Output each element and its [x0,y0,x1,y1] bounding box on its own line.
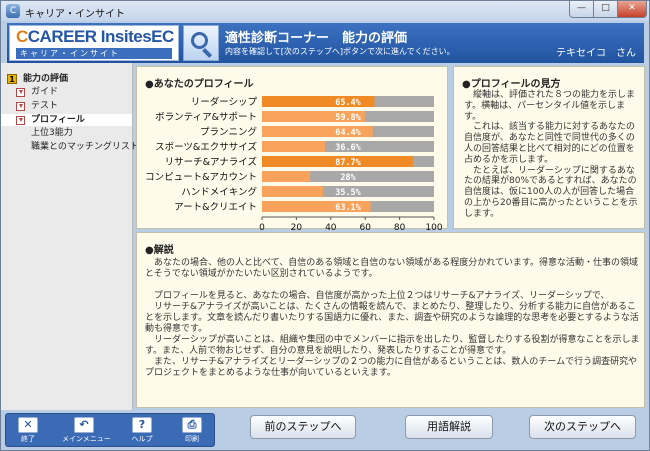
data-label: 28% [340,173,356,183]
profile-guide-panel: ●プロフィールの見方 縦軸は、評価された８つの能力を示します。横軸は、パーセンタ… [453,66,645,229]
help-button[interactable]: ? ヘルプ [126,417,158,445]
page-title: 適性診断コーナー 能力の評価 [225,31,408,46]
bottom-toolbar: ✕ 終了 ↶ メインメニュー ? ヘルプ ⎙ 印刷 前のステップへ 用語解説 次… [1,410,649,450]
logo-subtitle: キャリア・インサイト [16,48,172,59]
sidebar-item-label: 能力の評価 [23,74,69,84]
question-icon: ? [132,417,152,433]
return-arrow-icon: ↶ [74,417,94,433]
app-header: CCAREER InsitesEC キャリア・インサイト 適性診断コーナー 能力… [7,23,644,63]
logo-suffix: EC [151,27,174,46]
profile-guide-text: 縦軸は、評価された８つの能力を示します。横軸は、パーセンタイル値を示します。 こ… [464,90,638,219]
main-menu-button[interactable]: ↶ メインメニュー [62,417,111,445]
data-label: 64.4% [335,128,361,138]
value-bar [262,171,311,182]
x-tick-label: 0 [259,223,265,230]
print-button[interactable]: ⎙ 印刷 [176,417,208,445]
next-step-button[interactable]: 次のステップへ [529,415,636,439]
app-icon: C [6,4,20,18]
profile-guide-heading: ●プロフィールの見方 [462,79,561,90]
value-bar [262,141,325,152]
sidebar-item-profile[interactable]: プロフィール [1,114,132,126]
sidebar-item-label: 職業とのマッチングリスト [31,142,139,152]
minimize-button[interactable]: — [569,1,594,18]
data-label: 63.1% [335,203,361,213]
magnifier-icon [183,25,219,61]
close-x-icon: ✕ [18,417,38,433]
main-menu-label: メインメニュー [62,435,111,443]
category-label: コンピュート&アカウント [145,172,257,183]
data-label: 65.4% [335,98,361,108]
x-tick-label: 40 [325,223,337,230]
profile-bar-chart: リーダーシップ 65.4% ボランティア&サポート 59.8% プランニング 64.4% ス… [145,96,443,230]
sidebar-item-guide[interactable]: ガイド [1,86,132,98]
category-label: スポーツ&エクササイズ [155,141,257,153]
sidebar-item-test[interactable]: テスト [1,100,132,112]
expand-icon [16,116,25,125]
explanation-paragraph: あなたの場合、他の人と比べて、自信のある領域と自信のない領域がある程度分かれてい… [145,258,639,279]
sidebar-item-label: テスト [31,101,59,111]
exit-button[interactable]: ✕ 終了 [12,417,44,445]
category-label: リーダーシップ [191,96,258,108]
help-label: ヘルプ [131,435,153,443]
sidebar-item-ability-eval[interactable]: 1 能力の評価 [1,73,132,85]
sidebar-item-matching[interactable]: 職業とのマッチングリスト [1,141,139,153]
title-bar: C キャリア・インサイト — □ ✕ [1,1,649,21]
data-label: 35.5% [335,188,361,198]
exit-label: 終了 [21,435,35,443]
data-label: 59.8% [335,113,361,123]
glossary-button[interactable]: 用語解説 [405,415,493,439]
printer-icon: ⎙ [182,417,202,433]
category-label: ボランティア&サポート [155,112,257,123]
expand-icon [16,88,25,97]
close-button[interactable]: ✕ [617,1,647,18]
data-label: 36.6% [335,143,361,153]
prev-step-button[interactable]: 前のステップへ [250,415,356,439]
explanation-heading: ●解説 [145,245,174,256]
profile-panel: ●あなたのプロフィール リーダーシップ 65.4% ボランティア&サポート 59.8%… [136,66,448,230]
sidebar-item-label: ガイド [31,87,59,97]
x-tick-label: 80 [394,223,406,230]
explanation-panel: ●解説 あなたの場合、他の人と比べて、自信のある領域と自信のない領域がある程度分… [136,232,645,408]
sidebar-item-label: プロフィール [31,115,85,125]
career-insites-logo: CCAREER InsitesEC キャリア・インサイト [9,25,179,61]
category-label: アート&クリエイト [174,202,257,213]
tool-group: ✕ 終了 ↶ メインメニュー ? ヘルプ ⎙ 印刷 [5,413,215,447]
sidebar-item-label: 上位3能力 [31,128,73,138]
data-label: 87.7% [335,158,361,168]
page-instruction: 内容を確認して[次のステップへ]ボタンで次に進んでください。 [225,47,455,56]
user-name: テキセイコ さん [556,48,636,59]
x-tick-label: 20 [291,223,303,230]
app-window: C キャリア・インサイト — □ ✕ CCAREER InsitesEC キャリ… [0,0,650,451]
explanation-paragraph: プロフィールを見ると、あなたの場合、自信度が高かった上位２つはリサーチ&アナライ… [145,291,640,378]
window-title: キャリア・インサイト [25,9,125,20]
sidebar: 1 能力の評価 ガイド テスト プロフィール 上位3能力 職業とのマッチングリス… [1,63,139,410]
logo-text: CAREER Insites [27,27,152,46]
category-label: ハンドメイキング [181,186,257,198]
category-label: リサーチ&アナライズ [165,156,258,168]
x-tick-label: 60 [359,223,371,230]
explanation-text: あなたの場合、他の人と比べて、自信のある領域と自信のない領域がある程度分かれてい… [145,258,640,390]
x-tick-label: 100 [425,223,442,230]
print-label: 印刷 [185,435,199,443]
sidebar-item-top3[interactable]: 上位3能力 [1,127,132,139]
maximize-button[interactable]: □ [593,1,618,18]
expand-icon [16,102,25,111]
step-number-badge: 1 [7,74,17,84]
value-bar [262,186,324,197]
category-label: プランニング [200,126,258,138]
